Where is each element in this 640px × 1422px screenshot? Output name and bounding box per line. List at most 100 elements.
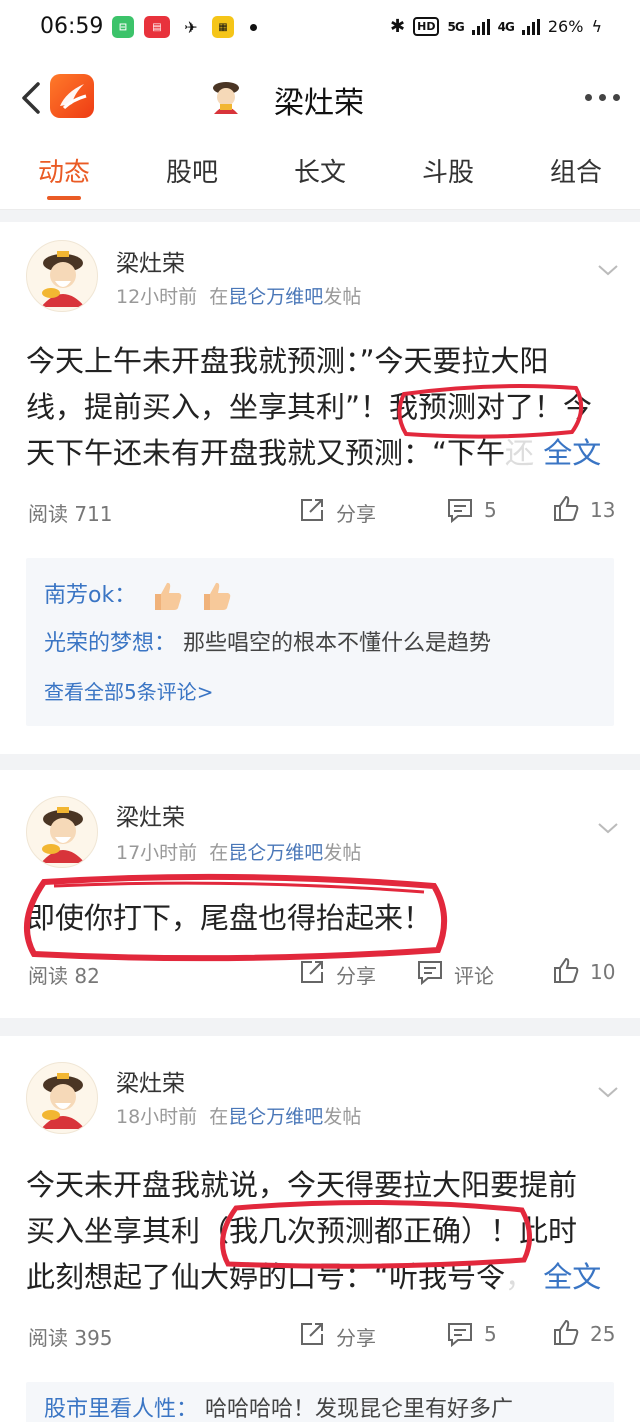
- content-line: 此刻想起了仙大婷的口号：“听我号令， 全文: [26, 1254, 616, 1300]
- view-all-comments-link[interactable]: 查看全部5条评论>: [44, 668, 596, 716]
- comment-count[interactable]: 5: [484, 1322, 497, 1346]
- tab-forum[interactable]: 股吧: [166, 152, 218, 189]
- post-card[interactable]: 梁灶荣 12小时前 在昆仑万维吧发帖 今天上午未开盘我就预测：”今天要拉大阳 线…: [0, 222, 640, 754]
- author-name[interactable]: 梁灶荣: [116, 1064, 185, 1098]
- reader-app-icon: ▦: [212, 16, 234, 38]
- post-stats: 阅读 82 分享 评论 10: [0, 957, 640, 990]
- post-time: 17小时前: [116, 842, 198, 864]
- share-icon[interactable]: [298, 1320, 326, 1348]
- comment-text: 那些唱空的根本不懂什么是趋势: [183, 631, 492, 656]
- meta-action: 发帖: [323, 1106, 362, 1128]
- content-fade: ，: [505, 1260, 535, 1294]
- share-label[interactable]: 分享: [336, 960, 376, 989]
- hd-icon: HD: [413, 17, 440, 36]
- tab-bar: 动态 股吧 长文 斗股 组合: [0, 142, 640, 210]
- content-line: 即使你打下，尾盘也得抬起来！: [26, 901, 433, 935]
- comment-user[interactable]: 南芳ok：: [44, 583, 136, 608]
- post-time: 12小时前: [116, 286, 198, 308]
- 4g-label: 4G: [497, 19, 515, 34]
- bluetooth-icon: ✱: [390, 16, 406, 37]
- comment-item: 股市里看人性： 哈哈哈哈！发现昆仑里有好多广: [44, 1386, 596, 1422]
- status-time: 06:59: [40, 14, 104, 39]
- content-line: 线，提前买入，坐享其利”！我预测对了！今: [26, 390, 593, 424]
- comment-user[interactable]: 光荣的梦想：: [44, 631, 176, 656]
- thumbs-up-emoji-icon: [204, 582, 231, 610]
- meta-action: 发帖: [323, 286, 362, 308]
- comment-icon[interactable]: [446, 1320, 474, 1348]
- battery-level: 26%: [547, 17, 584, 36]
- thumbs-up-icon[interactable]: [552, 494, 580, 522]
- read-count: 阅读 82: [28, 964, 100, 988]
- tab-long-article[interactable]: 长文: [294, 152, 346, 189]
- content-line-text: 天下午还未有开盘我就又预测：“下午: [26, 436, 506, 470]
- tab-portfolio[interactable]: 组合: [550, 152, 602, 189]
- content-line: 今天上午未开盘我就预测：”今天要拉大阳: [26, 344, 549, 378]
- comment-preview[interactable]: 股市里看人性： 哈哈哈哈！发现昆仑里有好多广: [26, 1382, 614, 1422]
- content-line: 买入坐享其利（我几次预测都正确）！此时: [26, 1214, 578, 1248]
- comment-icon[interactable]: [446, 496, 474, 524]
- paper-plane-icon: ✈: [180, 16, 202, 38]
- read-count: 阅读 395: [28, 1326, 113, 1350]
- chevron-down-icon[interactable]: [596, 258, 620, 282]
- read-count: 阅读 711: [28, 502, 113, 526]
- like-count[interactable]: 13: [590, 498, 615, 522]
- more-options-icon[interactable]: [585, 94, 620, 101]
- post-stats: 阅读 395 分享 5 25: [0, 1319, 640, 1352]
- forum-link[interactable]: 昆仑万维吧: [228, 1106, 323, 1128]
- back-arrow-icon[interactable]: [14, 76, 50, 120]
- post-content[interactable]: 今天上午未开盘我就预测：”今天要拉大阳 线，提前买入，坐享其利”！我预测对了！今…: [26, 338, 616, 476]
- post-content[interactable]: 今天未开盘我就说，今天得要拉大阳要提前 买入坐享其利（我几次预测都正确）！此时 …: [26, 1162, 616, 1300]
- read-more-link[interactable]: 全文: [543, 1260, 601, 1294]
- post-meta: 17小时前 在昆仑万维吧发帖: [116, 838, 361, 865]
- share-icon[interactable]: [298, 496, 326, 524]
- tab-dynamics[interactable]: 动态: [38, 152, 90, 189]
- thumbs-up-icon[interactable]: [552, 1318, 580, 1346]
- meta-in: 在: [209, 1106, 229, 1128]
- comment-icon[interactable]: [416, 958, 444, 986]
- post-meta: 12小时前 在昆仑万维吧发帖: [116, 282, 361, 309]
- comment-text: 哈哈哈哈！发现昆仑里有好多广: [205, 1397, 514, 1422]
- author-name[interactable]: 梁灶荣: [116, 798, 185, 832]
- charging-icon: ϟ: [591, 17, 602, 36]
- read-more-link[interactable]: 全文: [543, 436, 601, 470]
- avatar[interactable]: [26, 1062, 98, 1134]
- post-card[interactable]: 梁灶荣 17小时前 在昆仑万维吧发帖 即使你打下，尾盘也得抬起来！ 阅读 82 …: [0, 770, 640, 1018]
- page-title: 梁灶荣: [274, 86, 364, 121]
- avatar[interactable]: [26, 240, 98, 312]
- comment-count[interactable]: 5: [484, 498, 497, 522]
- content-line-text: 此刻想起了仙大婷的口号：“听我号令: [26, 1260, 506, 1294]
- author-name[interactable]: 梁灶荣: [116, 244, 185, 278]
- comment-label[interactable]: 评论: [454, 960, 494, 989]
- chevron-down-icon[interactable]: [596, 1080, 620, 1104]
- post-meta: 18小时前 在昆仑万维吧发帖: [116, 1102, 361, 1129]
- comment-user[interactable]: 股市里看人性：: [44, 1397, 198, 1422]
- content-line: 今天未开盘我就说，今天得要拉大阳要提前: [26, 1168, 578, 1202]
- chevron-down-icon[interactable]: [596, 816, 620, 840]
- active-tab-indicator: [47, 196, 81, 200]
- status-right: ✱ HD 5G 4G 26% ϟ: [390, 16, 602, 37]
- comment-item: 光荣的梦想： 那些唱空的根本不懂什么是趋势: [44, 620, 596, 668]
- forum-link[interactable]: 昆仑万维吧: [228, 286, 323, 308]
- signal-icon-2: [521, 18, 540, 35]
- notification-icons: ⊟ ▤ ✈ ▦: [112, 16, 257, 38]
- post-content[interactable]: 即使你打下，尾盘也得抬起来！: [26, 895, 616, 941]
- content-line: 天下午还未有开盘我就又预测：“下午还 全文: [26, 430, 616, 476]
- status-bar: 06:59 ⊟ ▤ ✈ ▦ ✱ HD 5G 4G 26% ϟ: [0, 0, 640, 56]
- avatar[interactable]: [26, 796, 98, 868]
- thumbs-up-emoji-icon: [155, 582, 182, 610]
- content-fade: 还: [505, 436, 535, 470]
- like-count[interactable]: 10: [590, 960, 615, 984]
- more-notifications-dot: [250, 23, 257, 31]
- post-card[interactable]: 梁灶荣 18小时前 在昆仑万维吧发帖 今天未开盘我就说，今天得要拉大阳要提前 买…: [0, 1036, 640, 1422]
- tab-stock-battle[interactable]: 斗股: [422, 152, 474, 189]
- share-label[interactable]: 分享: [336, 498, 376, 527]
- like-count[interactable]: 25: [590, 1322, 615, 1346]
- comment-preview[interactable]: 南芳ok： 光荣的梦想： 那些唱空的根本不懂什么是趋势 查看全部5条评论>: [26, 558, 614, 726]
- forum-link[interactable]: 昆仑万维吧: [228, 842, 323, 864]
- thumbs-up-icon[interactable]: [552, 956, 580, 984]
- meta-in: 在: [209, 286, 229, 308]
- share-icon[interactable]: [298, 958, 326, 986]
- meta-action: 发帖: [323, 842, 362, 864]
- post-stats: 阅读 711 分享 5 13: [0, 495, 640, 528]
- share-label[interactable]: 分享: [336, 1322, 376, 1351]
